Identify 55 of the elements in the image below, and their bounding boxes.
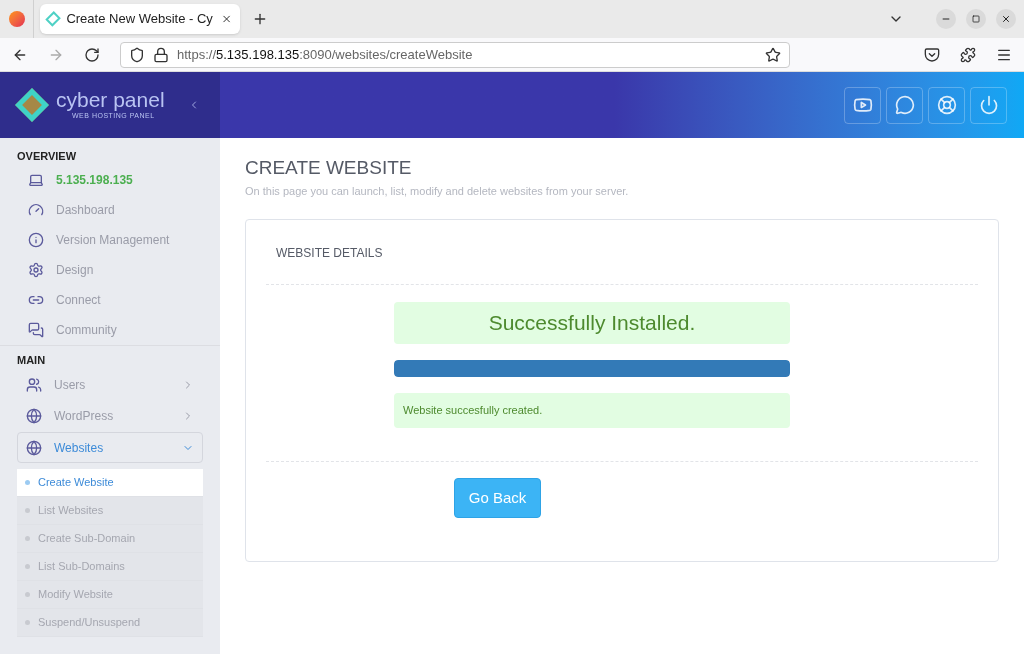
site-favicon bbox=[45, 11, 62, 27]
users-icon bbox=[26, 376, 42, 393]
gauge-icon bbox=[28, 202, 44, 218]
submenu-item[interactable]: Suspend/Unsuspend bbox=[17, 609, 203, 637]
chat-bubbles-icon bbox=[28, 322, 44, 338]
new-tab-icon[interactable] bbox=[252, 11, 268, 27]
section-heading: MAIN bbox=[16, 353, 47, 368]
sidebar-menu-item[interactable]: Users bbox=[17, 369, 203, 400]
success-message: Website succesfully created. bbox=[394, 393, 790, 428]
page-title: CREATE WEBSITE bbox=[245, 156, 413, 180]
shield-icon bbox=[129, 46, 145, 63]
reload-icon[interactable] bbox=[84, 46, 100, 63]
extensions-icon[interactable] bbox=[960, 46, 976, 63]
sidebar-item[interactable]: Connect bbox=[0, 285, 220, 315]
header-button[interactable] bbox=[970, 86, 1007, 124]
close-window-button[interactable] bbox=[996, 9, 1016, 29]
restore-icon bbox=[972, 15, 980, 23]
globe-icon bbox=[26, 439, 42, 456]
submenu-item[interactable]: Modify Website bbox=[17, 581, 203, 609]
url-text: https://5.135.198.135:8090/websites/createWebsite bbox=[177, 45, 474, 64]
chat-icon bbox=[894, 95, 915, 115]
sidebar-item[interactable]: Version Management bbox=[0, 225, 220, 255]
sidebar-item[interactable]: Community bbox=[0, 315, 220, 345]
minimize-button[interactable] bbox=[936, 9, 956, 29]
lock-icon bbox=[153, 46, 169, 63]
sidebar-menu-item[interactable]: WordPress bbox=[17, 400, 203, 431]
server-ip-text: 5.135.198.135 bbox=[56, 172, 133, 189]
success-banner: Successfully Installed. bbox=[394, 302, 790, 344]
sidebar-item[interactable]: Design bbox=[0, 255, 220, 285]
page-subtitle: On this page you can launch, list, modify and delete websites from your server. bbox=[245, 183, 630, 199]
power-icon bbox=[978, 95, 999, 115]
header-button[interactable] bbox=[928, 86, 965, 124]
header-button[interactable] bbox=[844, 86, 881, 124]
logo-text: cyber panel bbox=[56, 88, 166, 111]
close-icon bbox=[1001, 14, 1011, 24]
card-heading: WEBSITE DETAILS bbox=[266, 220, 978, 285]
youtube-icon bbox=[852, 95, 873, 115]
info-icon bbox=[28, 232, 44, 248]
laptop-icon bbox=[28, 172, 44, 188]
settings-icon bbox=[28, 262, 44, 278]
browser-tab[interactable]: Create New Website - Cy bbox=[40, 4, 240, 34]
address-bar[interactable]: https://5.135.198.135:8090/websites/createWebsite bbox=[120, 41, 790, 68]
pocket-icon[interactable] bbox=[924, 46, 940, 63]
sidebar-menu-item[interactable]: Websites bbox=[17, 432, 203, 463]
restore-button[interactable] bbox=[966, 9, 986, 29]
header-button[interactable] bbox=[886, 86, 923, 124]
submenu-item[interactable]: List Sub-Domains bbox=[17, 553, 203, 581]
bookmark-star-icon[interactable] bbox=[765, 46, 781, 63]
sidebar-item[interactable]: Dashboard bbox=[0, 195, 220, 225]
submenu-item[interactable]: List Websites bbox=[17, 497, 203, 525]
submenu-item[interactable]: Create Website bbox=[17, 469, 203, 497]
section-heading: OVERVIEW bbox=[16, 149, 78, 164]
lifebuoy-icon bbox=[936, 95, 957, 115]
submenu-item[interactable]: Create Sub-Domain bbox=[17, 525, 203, 553]
go-back-button[interactable]: Go Back bbox=[454, 478, 541, 518]
